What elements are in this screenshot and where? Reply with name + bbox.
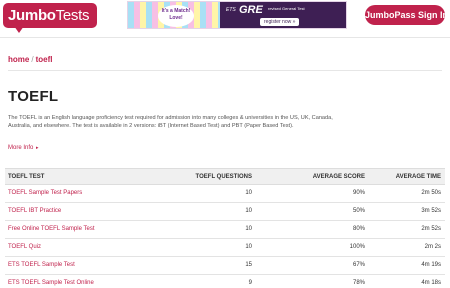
- test-average-score: 90%: [352, 190, 365, 196]
- test-link[interactable]: Free Online TOEFL Sample Test: [8, 221, 94, 238]
- logo-tail-shape: [14, 26, 24, 33]
- table-row: TOEFL IBT Practice 10 50% 3m 52s: [5, 203, 445, 221]
- jumbotests-logo[interactable]: JumboTests: [3, 3, 97, 28]
- table-row: ETS TOEFL Sample Test Online 9 78% 4m 18…: [5, 275, 445, 288]
- test-link[interactable]: ETS TOEFL Sample Test Online: [8, 275, 94, 288]
- test-questions: 15: [245, 262, 252, 268]
- banner-revised-text: revised General Test: [268, 6, 305, 11]
- more-info-link[interactable]: More Info ▸: [8, 145, 39, 151]
- test-average-score: 67%: [352, 262, 365, 268]
- banner-register-button[interactable]: register now »: [260, 18, 300, 26]
- chevron-right-icon: ▸: [36, 145, 39, 151]
- banner-left-graphic: It's a Match! Love!: [128, 2, 220, 28]
- test-average-score: 50%: [352, 208, 365, 214]
- test-link[interactable]: TOEFL Quiz: [8, 239, 41, 256]
- gre-ad-banner[interactable]: It's a Match! Love! ETS GRE revised Gene…: [127, 1, 347, 29]
- table-row: ETS TOEFL Sample Test 15 67% 4m 19s: [5, 257, 445, 275]
- test-average-score: 80%: [352, 226, 365, 232]
- test-questions: 10: [245, 226, 252, 232]
- more-info-label: More Info: [8, 145, 34, 151]
- test-link[interactable]: TOEFL IBT Practice: [8, 203, 61, 220]
- page-description: The TOEFL is an English language profici…: [8, 115, 333, 130]
- test-questions: 9: [248, 280, 252, 286]
- banner-bubble: It's a Match! Love!: [158, 5, 194, 27]
- breadcrumb: home / toefl: [8, 55, 52, 64]
- test-average-time: 4m 18s: [421, 280, 441, 286]
- logo-part-2: Tests: [55, 7, 90, 24]
- site-header: JumboTests It's a Match! Love! ETS GRE r…: [0, 0, 450, 36]
- banner-right-panel: ETS GRE revised General Test register no…: [220, 2, 346, 28]
- column-header-questions[interactable]: TOEFL QUESTIONS: [196, 169, 252, 186]
- test-questions: 10: [245, 190, 252, 196]
- breadcrumb-divider: [8, 70, 442, 71]
- page-title: TOEFL: [8, 88, 59, 105]
- test-questions: 10: [245, 244, 252, 250]
- test-link[interactable]: ETS TOEFL Sample Test: [8, 257, 75, 274]
- table-row: Free Online TOEFL Sample Test 10 80% 2m …: [5, 221, 445, 239]
- test-average-score: 78%: [352, 280, 365, 286]
- test-average-time: 2m 50s: [421, 190, 441, 196]
- test-average-time: 2m 52s: [421, 226, 441, 232]
- breadcrumb-home-link[interactable]: home: [8, 55, 29, 64]
- header-divider: [0, 37, 450, 38]
- column-header-test[interactable]: TOEFL TEST: [8, 169, 44, 186]
- logo-part-1: Jumbo: [8, 7, 56, 24]
- test-average-time: 2m 2s: [424, 244, 441, 250]
- test-average-score: 100%: [349, 244, 365, 250]
- jumbopass-signin-button[interactable]: JumboPass Sign In: [365, 5, 448, 25]
- column-header-score[interactable]: AVERAGE SCORE: [313, 169, 365, 186]
- column-header-time[interactable]: AVERAGE TIME: [396, 169, 441, 186]
- test-questions: 10: [245, 208, 252, 214]
- table-row: TOEFL Quiz 10 100% 2m 2s: [5, 239, 445, 257]
- table-header-row: TOEFL TEST TOEFL QUESTIONS AVERAGE SCORE…: [5, 168, 445, 185]
- banner-gre-text: GRE: [239, 4, 263, 16]
- breadcrumb-current-link[interactable]: toefl: [36, 55, 53, 64]
- banner-ets-text: ETS: [226, 7, 236, 13]
- test-link[interactable]: TOEFL Sample Test Papers: [8, 185, 82, 202]
- test-average-time: 4m 19s: [421, 262, 441, 268]
- table-row: TOEFL Sample Test Papers 10 90% 2m 50s: [5, 185, 445, 203]
- test-average-time: 3m 52s: [421, 208, 441, 214]
- tests-table: TOEFL TEST TOEFL QUESTIONS AVERAGE SCORE…: [5, 168, 445, 288]
